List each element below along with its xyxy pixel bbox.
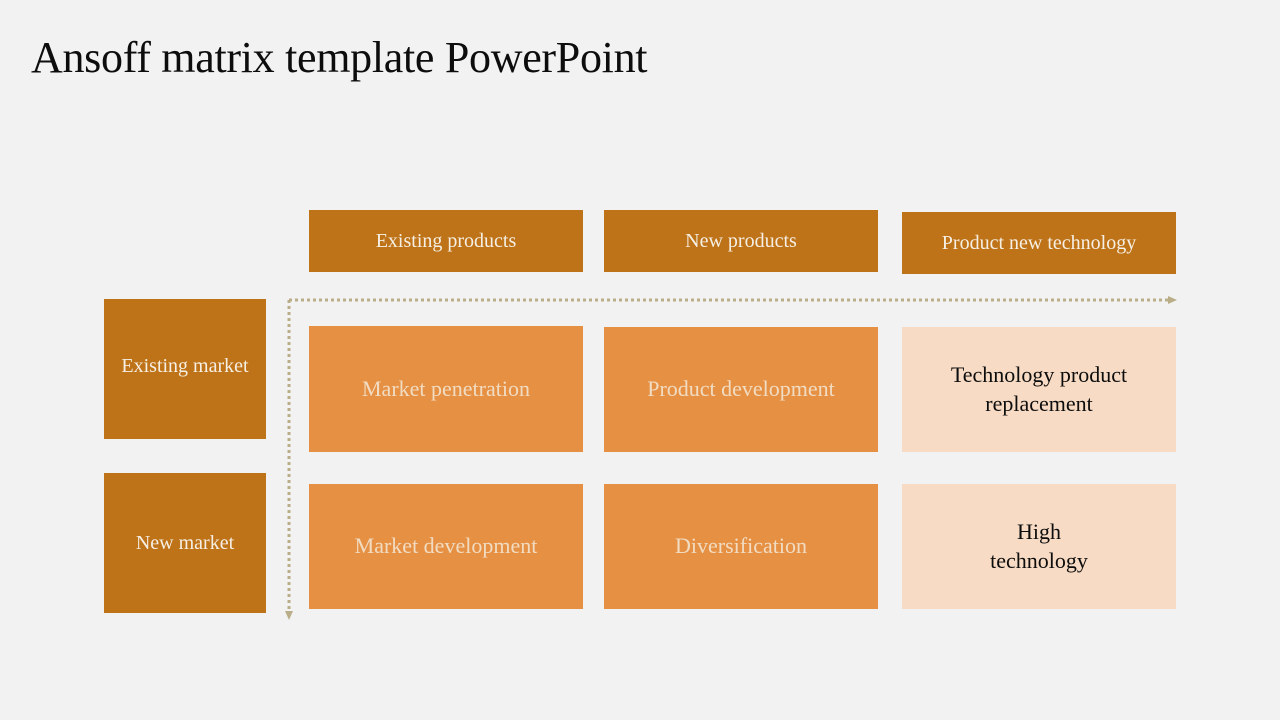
slide-title: Ansoff matrix template PowerPoint [31, 33, 648, 82]
column-header-product-new-technology: Product new technology [902, 212, 1176, 274]
cell-technology-product-replacement: Technology product replacement [902, 327, 1176, 452]
cell-market-penetration: Market penetration [309, 326, 583, 452]
row-header-new-market: New market [104, 473, 266, 613]
cell-product-development: Product development [604, 327, 878, 452]
column-header-new-products: New products [604, 210, 878, 272]
column-header-existing-products: Existing products [309, 210, 583, 272]
cell-market-development: Market development [309, 484, 583, 609]
arrow-down-icon [285, 611, 293, 620]
cell-high-technology: High technology [902, 484, 1176, 609]
arrow-right-icon [1168, 296, 1177, 304]
row-header-existing-market: Existing market [104, 299, 266, 439]
cell-diversification: Diversification [604, 484, 878, 609]
